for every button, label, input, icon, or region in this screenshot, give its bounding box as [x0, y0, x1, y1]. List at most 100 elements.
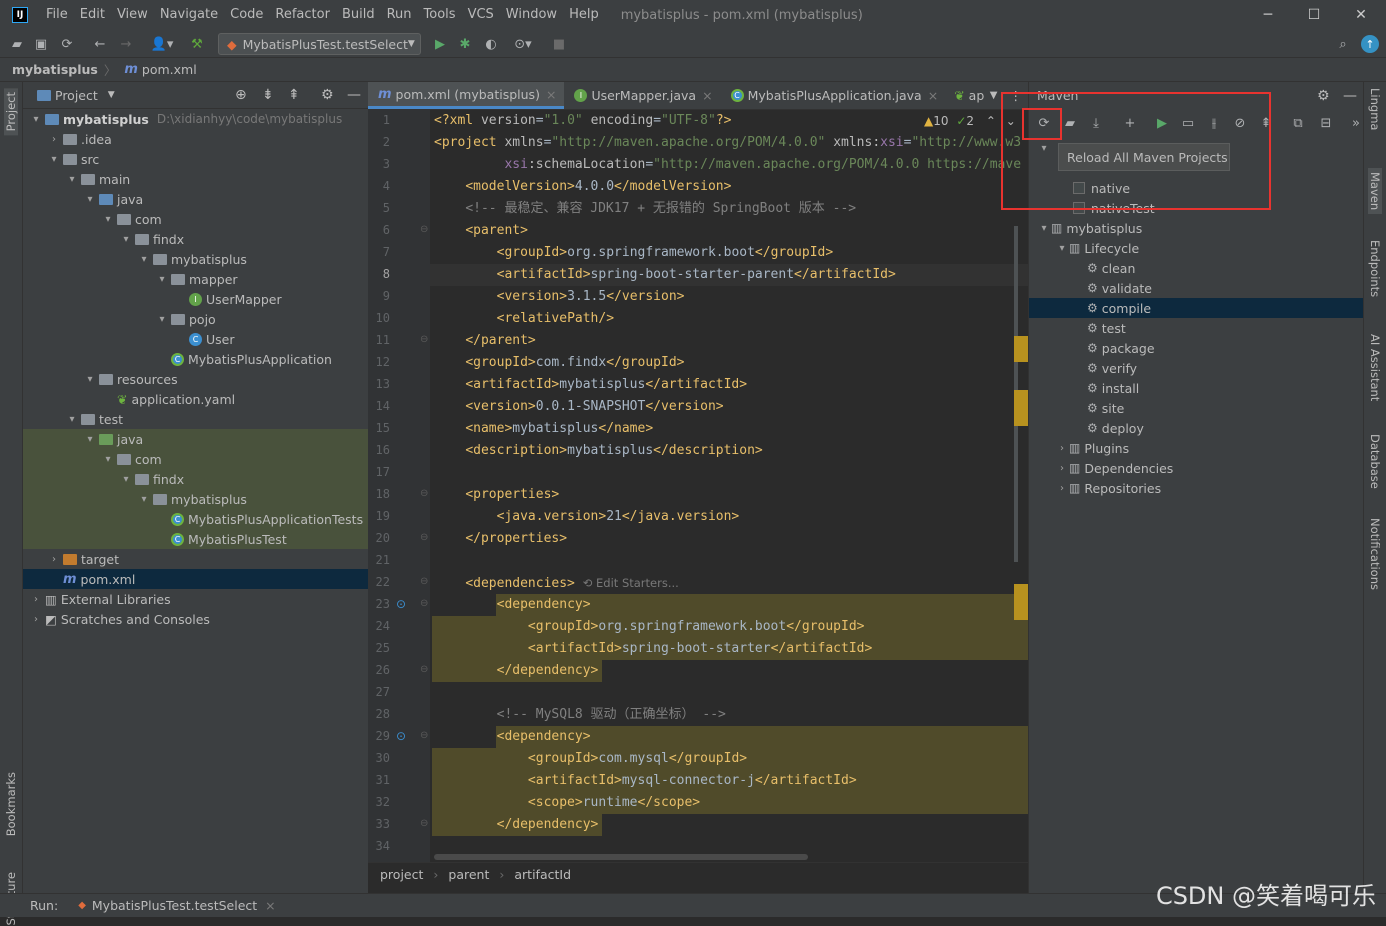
maven-tree-item[interactable]: ⚙ deploy [1029, 418, 1364, 438]
maven-tree-item[interactable]: ⚙ test [1029, 318, 1364, 338]
crumb-artifactid[interactable]: artifactId [514, 867, 571, 882]
hide-panel-icon[interactable]: — [1343, 88, 1357, 104]
open-folder-icon[interactable]: ▰ [8, 35, 26, 53]
run-tab[interactable]: MybatisPlusTest.testSelect [92, 898, 257, 913]
close-window-button[interactable]: ✕ [1338, 0, 1384, 30]
edit-starters-link[interactable]: ⟲ Edit Starters... [583, 576, 679, 590]
chevron-down-icon[interactable]: ▾ [101, 454, 115, 465]
run-icon[interactable]: ▶ [431, 35, 449, 53]
tree-item[interactable]: C MybatisPlusApplicationTests [23, 509, 368, 529]
fold-icon[interactable]: ⊖ [420, 488, 428, 499]
tab-pom-xml[interactable]: m pom.xml (mybatisplus) × [368, 82, 565, 109]
profile-dropdown-icon[interactable]: ⊙▾ [508, 35, 538, 53]
chevron-down-icon[interactable]: ▾ [1055, 243, 1069, 254]
tree-item[interactable]: ▾ resources [23, 369, 368, 389]
breadcrumb-project[interactable]: mybatisplus [12, 62, 98, 77]
chevron-down-icon[interactable]: ▾ [65, 174, 79, 185]
show-dependencies-icon[interactable]: ⧉ [1289, 114, 1307, 132]
chevron-right-icon[interactable]: › [29, 614, 43, 625]
fold-icon[interactable]: ⊖ [420, 532, 428, 543]
tree-item[interactable]: ▾ com [23, 209, 368, 229]
coverage-icon[interactable]: ◐ [482, 35, 500, 53]
tab-application-yaml[interactable]: ❦ appli [946, 82, 984, 109]
menu-refactor[interactable]: Refactor [269, 0, 336, 30]
menu-view[interactable]: View [111, 0, 154, 30]
settings-gear-icon[interactable]: ⚙ [321, 87, 334, 103]
maven-tree-item[interactable]: ⚙ compile [1029, 298, 1364, 318]
tab-usermapper[interactable]: I UserMapper.java × [564, 82, 720, 109]
tree-item[interactable]: ▾ test [23, 409, 368, 429]
maven-tree-item[interactable]: ⚙ package [1029, 338, 1364, 358]
maven-tool-tab[interactable]: Maven [1368, 168, 1382, 215]
menu-tools[interactable]: Tools [418, 0, 462, 30]
fold-icon[interactable]: ⊖ [420, 224, 428, 235]
chevron-right-icon[interactable]: › [47, 554, 61, 565]
chevron-down-icon[interactable]: ▾ [65, 414, 79, 425]
tree-item[interactable]: › ▥ External Libraries [23, 589, 368, 609]
maven-tree-item[interactable]: › ▥ Repositories [1029, 478, 1364, 498]
menu-edit[interactable]: Edit [74, 0, 111, 30]
bookmarks-tool-tab[interactable]: Bookmarks [4, 772, 18, 836]
chevron-down-icon[interactable]: ▾ [29, 114, 43, 125]
chevron-down-icon[interactable]: ▾ [119, 474, 133, 485]
tree-item[interactable]: ▾ pojo [23, 309, 368, 329]
expand-all-icon[interactable]: ⇟ [262, 87, 274, 103]
menu-vcs[interactable]: VCS [462, 0, 500, 30]
tree-item[interactable]: › ◩ Scratches and Consoles [23, 609, 368, 629]
build-hammer-icon[interactable]: ⚒ [188, 35, 206, 53]
dependency-gutter-icon[interactable]: ⊙ [396, 597, 406, 611]
chevron-down-icon[interactable]: ▾ [101, 214, 115, 225]
chevron-down-icon[interactable]: ▾ [47, 154, 61, 165]
lingma-tool-tab[interactable]: Lingma [1368, 88, 1382, 130]
fold-icon[interactable]: ⊖ [420, 334, 428, 345]
dependency-gutter-icon[interactable]: ⊙ [396, 729, 406, 743]
back-arrow-icon[interactable]: ← [91, 35, 109, 53]
menu-file[interactable]: File [40, 0, 74, 30]
collapse-all-icon[interactable]: ⇞ [288, 87, 300, 103]
tree-item[interactable]: ▾ java [23, 189, 368, 209]
save-icon[interactable]: ▣ [32, 35, 50, 53]
project-panel-title[interactable]: Project [55, 88, 98, 103]
tree-item[interactable]: ▾ findx [23, 469, 368, 489]
fold-icon[interactable]: ⊖ [420, 664, 428, 675]
update-icon[interactable]: ↑ [1361, 35, 1379, 53]
chevron-down-icon[interactable]: ▾ [155, 274, 169, 285]
close-tab-icon[interactable]: × [928, 88, 938, 103]
close-tab-icon[interactable]: × [546, 87, 556, 102]
tree-item[interactable]: ▾ mybatisplus [23, 489, 368, 509]
chevron-down-icon[interactable]: ▾ [155, 314, 169, 325]
forward-arrow-icon[interactable]: → [117, 35, 135, 53]
tree-item[interactable]: ▾ mybatisplus D:\xidianhyy\code\mybatisplu… [23, 109, 368, 129]
menu-code[interactable]: Code [224, 0, 269, 30]
close-tab-icon[interactable]: × [265, 898, 275, 913]
maximize-button[interactable]: ☐ [1291, 0, 1337, 30]
endpoints-tool-tab[interactable]: Endpoints [1368, 240, 1382, 297]
maven-tree-item[interactable]: ▾ ▥ mybatisplus [1029, 218, 1364, 238]
menu-run[interactable]: Run [381, 0, 418, 30]
tree-item[interactable]: ▾ main [23, 169, 368, 189]
code-editor[interactable]: <?xml version="1.0" encoding="UTF-8"?> <… [430, 110, 1028, 862]
settings-gear-icon[interactable]: ⚙ [1317, 88, 1330, 104]
chevron-down-icon[interactable]: ▾ [83, 194, 97, 205]
tree-item[interactable]: › .idea [23, 129, 368, 149]
tree-item[interactable]: C User [23, 329, 368, 349]
tree-item[interactable]: I UserMapper [23, 289, 368, 309]
sync-icon[interactable]: ⟳ [58, 35, 76, 53]
project-tool-tab[interactable]: Project [4, 88, 18, 136]
fold-icon[interactable]: ⊖ [420, 598, 428, 609]
maven-tree-item[interactable]: ⚙ validate [1029, 278, 1364, 298]
breadcrumb-file[interactable]: pom.xml [142, 62, 197, 77]
chevron-right-icon[interactable]: › [29, 594, 43, 605]
minimize-button[interactable]: ─ [1245, 0, 1291, 30]
fold-icon[interactable]: ⊖ [420, 818, 428, 829]
maven-tree-item[interactable]: ⚙ site [1029, 398, 1364, 418]
crumb-project[interactable]: project [380, 867, 423, 882]
chevron-right-icon[interactable]: › [1055, 463, 1069, 474]
chevron-down-icon[interactable]: ▾ [137, 494, 151, 505]
tree-item[interactable]: ▾ com [23, 449, 368, 469]
chevron-down-icon[interactable]: ▼ [108, 90, 115, 100]
close-tab-icon[interactable]: × [702, 88, 712, 103]
user-dropdown-icon[interactable]: 👤▾ [148, 35, 176, 53]
menu-help[interactable]: Help [563, 0, 605, 30]
hide-panel-icon[interactable]: — [347, 87, 361, 103]
